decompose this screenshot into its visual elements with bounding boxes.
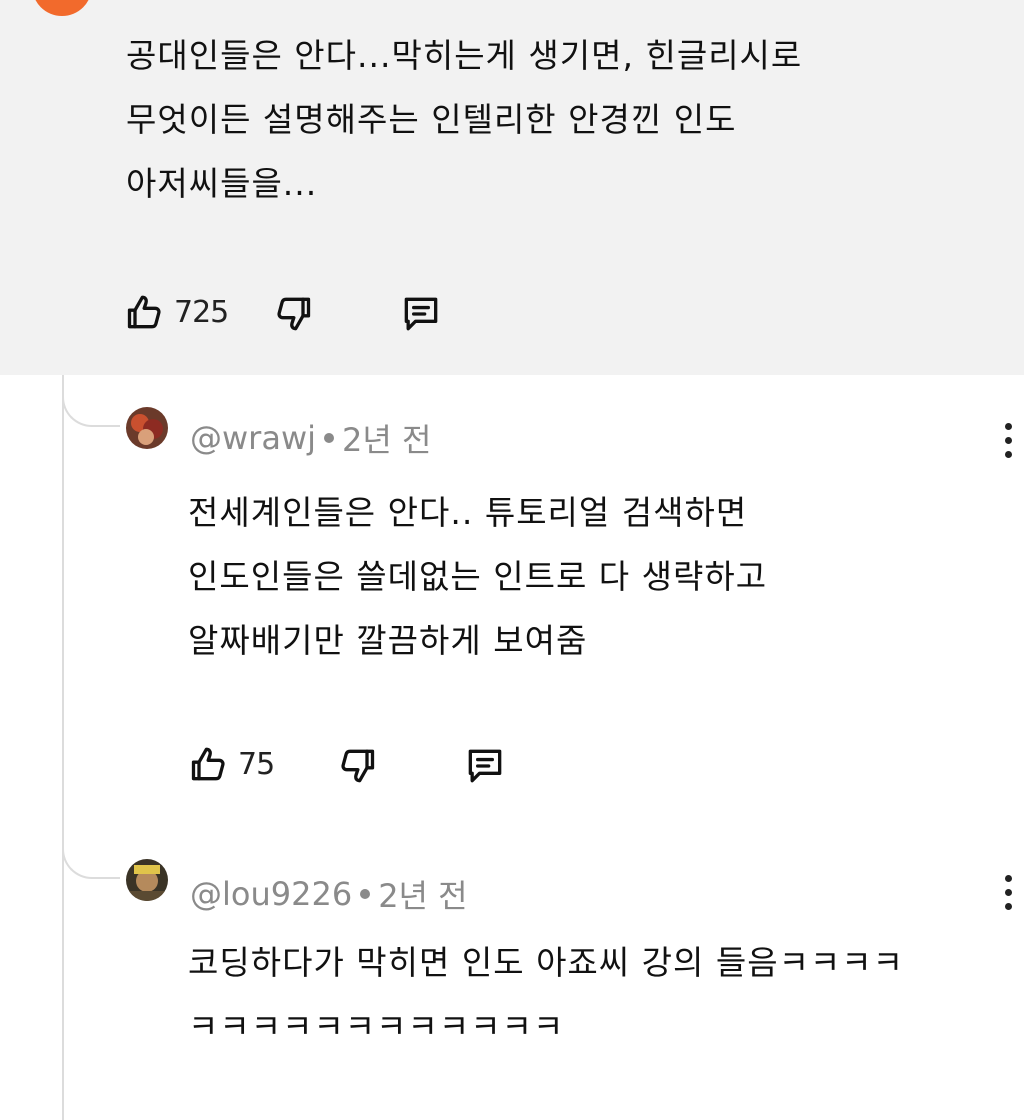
parent-comment: 공대인들은 안다...막히는게 생기면, 힌글리시로 무엇이든 설명해주는 인텔… [0,0,1024,375]
reply-button[interactable] [462,744,508,788]
more-button[interactable] [1000,419,1016,463]
like-count: 725 [174,294,229,330]
comment-body: 전세계인들은 안다.. 튜토리얼 검색하면 인도인들은 쓸데없는 인트로 다 생… [188,493,768,660]
comment-body: 코딩하다가 막히면 인도 아죠씨 강의 들음ㅋㅋㅋㅋ ㅋㅋㅋㅋㅋㅋㅋㅋㅋㅋㅋㅋ [188,943,905,1046]
like-count: 75 [238,746,275,782]
reply-icon [468,749,502,783]
reply-comment: @wrawj 2년 전 전세계인들은 안다.. 튜토리얼 검색하면 인도인들은 … [0,375,1024,815]
comment-meta: @lou9226 2년 전 [190,871,468,917]
dislike-button[interactable] [270,292,314,336]
like-icon [191,747,225,781]
more-button[interactable] [1000,871,1016,915]
avatar[interactable] [126,407,168,449]
avatar-image [126,407,168,449]
like-button[interactable]: 725 [124,290,229,334]
timestamp: 2년 전 [342,421,432,459]
reply-comment: @lou9226 2년 전 코딩하다가 막히면 인도 아죠씨 강의 들음ㅋㅋㅋㅋ… [0,815,1024,1116]
reply-icon [404,297,438,331]
like-icon [127,295,161,329]
dislike-icon [277,297,311,331]
dislike-button[interactable] [334,744,378,788]
author-handle[interactable]: @lou9226 [190,875,352,913]
avatar[interactable] [32,0,92,16]
timestamp: 2년 전 [378,877,468,915]
dislike-icon [341,749,375,783]
separator-dot [360,889,371,899]
avatar-image [126,859,168,901]
comment-body: 공대인들은 안다...막히는게 생기면, 힌글리시로 무엇이든 설명해주는 인텔… [126,36,803,203]
separator-dot [324,433,334,443]
like-button[interactable]: 75 [188,742,275,786]
avatar[interactable] [126,859,168,901]
comment-meta: @wrawj 2년 전 [190,415,431,461]
thread-connector [62,837,120,879]
thread-connector [62,385,120,427]
author-handle[interactable]: @wrawj [190,419,316,457]
reply-button[interactable] [398,292,444,336]
